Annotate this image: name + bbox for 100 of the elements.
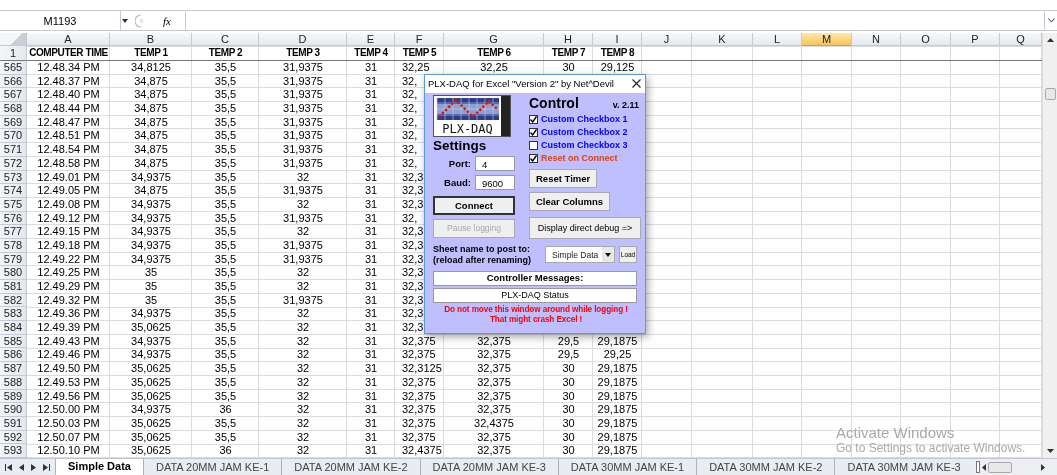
checkbox[interactable] xyxy=(529,153,538,163)
table-cell-text: 34,9375 xyxy=(130,252,172,267)
table-cell-text: 32 xyxy=(295,362,311,376)
checkbox[interactable] xyxy=(529,114,538,124)
table-cell-text: 12.50.00 PM xyxy=(36,403,101,417)
column-header[interactable]: P xyxy=(951,33,1000,46)
column-header[interactable]: Q xyxy=(1000,33,1042,46)
dialog-button[interactable]: Reset Timer xyxy=(529,168,598,188)
table-cell-text: 29,1875 xyxy=(596,375,639,390)
sheet-tab[interactable]: DATA 30MM JAM KE-2 xyxy=(696,458,835,475)
row-header[interactable]: 577 xyxy=(0,225,27,239)
table-cell-text: 32,3 xyxy=(401,321,425,335)
column-header[interactable]: I xyxy=(593,33,642,46)
table-cell-text: 34,875 xyxy=(133,88,169,103)
scroll-thumb[interactable] xyxy=(987,461,1012,473)
column-header[interactable]: K xyxy=(692,33,753,46)
table-cell-text: 34,9375 xyxy=(130,225,172,239)
dialog-button[interactable]: Display direct debug => xyxy=(529,216,641,239)
column-header[interactable]: F xyxy=(395,33,444,46)
column-header[interactable]: H xyxy=(544,33,593,46)
sheet-tab[interactable]: DATA 30MM JAM KE-3 xyxy=(834,458,973,475)
row-header[interactable]: 567 xyxy=(0,88,27,103)
column-header[interactable]: J xyxy=(642,33,692,46)
column-title: TEMP 7 xyxy=(550,46,587,60)
row-header[interactable]: 580 xyxy=(0,266,27,280)
row-header[interactable]: 1 xyxy=(0,46,27,61)
row-header[interactable]: 568 xyxy=(0,102,27,116)
up-arrow-icon[interactable] xyxy=(1047,37,1054,42)
table-cell-text: 31 xyxy=(363,293,379,308)
row-header[interactable]: 593 xyxy=(0,444,27,458)
column-title: TEMP 4 xyxy=(353,46,389,60)
left-arrow-icon[interactable] xyxy=(981,463,986,471)
table-cell-text: 31,9375 xyxy=(282,143,324,157)
table-cell-text: 35,0625 xyxy=(130,430,172,445)
scroll-thumb[interactable] xyxy=(1045,88,1056,100)
checkbox-label[interactable]: Custom Checkbox 3 xyxy=(541,140,628,151)
table-cell-text: 32, xyxy=(401,102,419,116)
input-field[interactable]: 9600 xyxy=(475,174,515,190)
table-cell-text: 12.48.58 PM xyxy=(36,156,101,171)
column-header[interactable]: G xyxy=(444,33,544,46)
sheet-tab[interactable]: DATA 20MM JAM KE-2 xyxy=(281,458,420,475)
table-cell-text: 32 xyxy=(295,170,311,185)
next-sheet-icon[interactable] xyxy=(30,463,36,471)
name-box[interactable]: M1193 xyxy=(0,11,121,30)
vertical-scrollbar[interactable] xyxy=(1042,33,1057,458)
column-header[interactable]: E xyxy=(347,33,395,46)
sheet-dropdown[interactable]: Simple Data xyxy=(545,246,615,264)
row-header[interactable]: 590 xyxy=(0,403,27,417)
caret-icon[interactable] xyxy=(122,18,128,23)
caret-icon[interactable] xyxy=(605,252,611,257)
sheet-tab[interactable]: DATA 20MM JAM KE-1 xyxy=(142,458,282,475)
table-cell-text: 31,9375 xyxy=(282,129,324,144)
sheet-tab[interactable]: Simple Data xyxy=(55,458,143,475)
row-header[interactable]: 586 xyxy=(0,348,27,363)
expand-icon[interactable] xyxy=(1047,18,1055,23)
column-header[interactable]: L xyxy=(753,33,802,46)
table-cell-text: 31,9375 xyxy=(282,156,324,171)
previous-sheet-icon[interactable] xyxy=(19,463,25,471)
tab-splitter[interactable] xyxy=(975,461,980,474)
row-header[interactable]: 583 xyxy=(0,307,27,322)
row-header[interactable]: 571 xyxy=(0,143,27,157)
first-sheet-icon[interactable] xyxy=(5,463,13,471)
row-header[interactable]: 587 xyxy=(0,362,27,376)
column-header[interactable]: N xyxy=(852,33,901,46)
table-cell-text: 31,9375 xyxy=(282,102,324,116)
table-cell-text: 32,375 xyxy=(401,389,437,404)
column-header[interactable]: M xyxy=(802,33,852,46)
checkbox-label[interactable]: Custom Checkbox 1 xyxy=(541,114,628,125)
column-header[interactable]: O xyxy=(901,33,951,46)
sheet-tab[interactable]: DATA 20MM JAM KE-3 xyxy=(419,458,558,475)
sheet-tab[interactable]: DATA 30MM JAM KE-1 xyxy=(557,458,697,475)
column-header[interactable]: D xyxy=(259,33,347,46)
checkbox-label[interactable]: Custom Checkbox 2 xyxy=(541,127,628,138)
row-header[interactable]: 584 xyxy=(0,321,27,335)
table-cell-text: 12.49.29 PM xyxy=(36,280,101,294)
last-sheet-icon[interactable] xyxy=(42,463,50,471)
row-header[interactable]: 574 xyxy=(0,184,27,198)
checkbox[interactable] xyxy=(529,140,538,150)
column-title: TEMP 6 xyxy=(476,46,512,60)
table-cell-text: 35,5 xyxy=(213,74,238,89)
table-cell-text: 32,3 xyxy=(401,280,425,294)
row-header[interactable]: 570 xyxy=(0,129,27,144)
column-header[interactable]: C xyxy=(192,33,259,46)
table-cell-text: 32,375 xyxy=(401,348,437,363)
close-icon[interactable] xyxy=(632,79,641,89)
dialog-button[interactable]: Clear Columns xyxy=(529,191,611,211)
dialog-button[interactable]: Connect xyxy=(433,195,515,215)
column-header[interactable]: B xyxy=(110,33,192,46)
table-cell-text: 12.49.56 PM xyxy=(36,389,101,404)
right-arrow-icon[interactable] xyxy=(1041,463,1045,471)
down-arrow-icon[interactable] xyxy=(1047,449,1054,454)
input-field[interactable]: 4 xyxy=(475,155,515,171)
column-header[interactable]: A xyxy=(27,33,110,46)
dialog-title: PLX-DAQ for Excel "Version 2" by Net^Devil xyxy=(428,78,614,90)
row-header[interactable]: 565 xyxy=(0,61,27,75)
table-cell-text: 32, xyxy=(401,211,419,226)
row-header[interactable]: 581 xyxy=(0,280,27,294)
table-cell-text: 35,5 xyxy=(213,115,238,130)
insert-function-button[interactable]: fx xyxy=(163,14,171,27)
checkbox[interactable] xyxy=(529,127,538,137)
